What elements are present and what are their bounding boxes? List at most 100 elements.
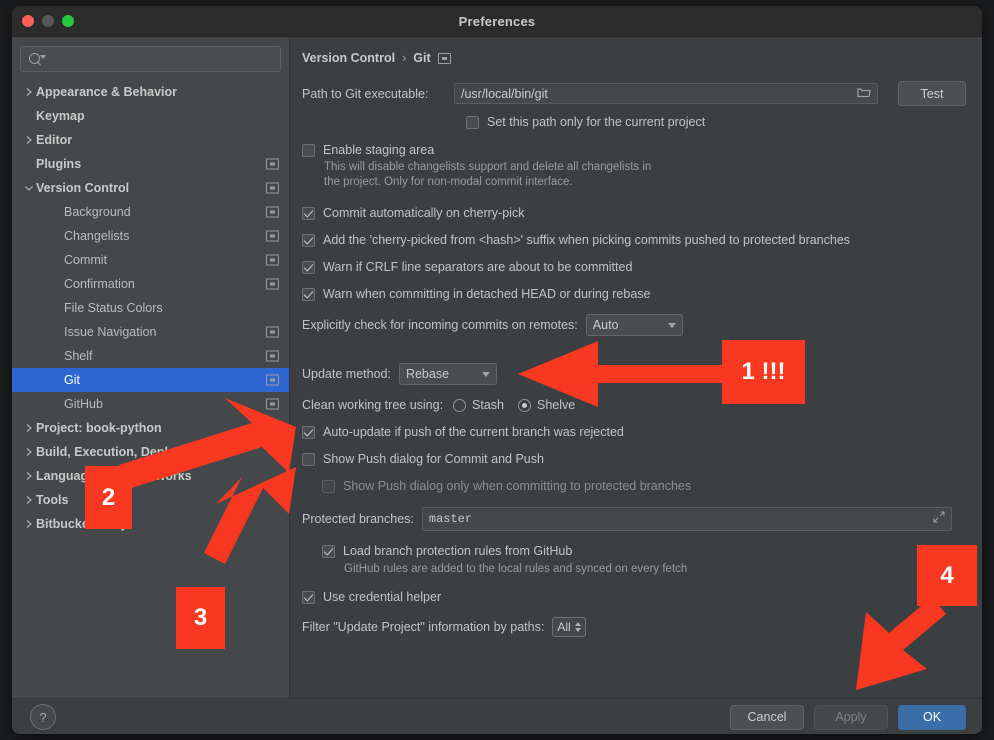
sidebar-item-label: Commit <box>64 253 107 267</box>
git-path-input[interactable]: /usr/local/bin/git <box>454 83 878 104</box>
project-scope-icon <box>266 423 279 434</box>
sidebar-item-label: Shelf <box>64 349 93 363</box>
show-push-dialog-checkbox[interactable] <box>302 453 315 466</box>
git-option-checkbox[interactable] <box>302 288 315 301</box>
enable-staging-checkbox[interactable] <box>302 144 315 157</box>
load-branch-rules-row: Load branch protection rules from GitHub <box>322 544 966 558</box>
filter-update-project-label: Filter "Update Project" information by p… <box>302 620 544 634</box>
clean-working-tree-row: Clean working tree using: Stash Shelve <box>302 398 966 412</box>
stash-label: Stash <box>472 398 504 412</box>
search-icon <box>29 53 42 66</box>
sidebar-item-tools[interactable]: Tools <box>12 488 289 512</box>
filter-update-project-stepper[interactable]: All <box>552 617 585 637</box>
sidebar-item-plugins[interactable]: Plugins <box>12 152 289 176</box>
sidebar-item-languages-frameworks[interactable]: Languages & Frameworks <box>12 464 289 488</box>
protected-branches-input[interactable]: master <box>422 507 952 531</box>
sidebar-item-label: Project: book-python <box>36 421 162 435</box>
sidebar-item-shelf[interactable]: Shelf <box>12 344 289 368</box>
git-option-label: Warn if CRLF line separators are about t… <box>323 260 632 274</box>
search-input[interactable] <box>20 46 281 72</box>
sidebar-item-git[interactable]: Git <box>12 368 289 392</box>
sidebar-item-issue-navigation[interactable]: Issue Navigation <box>12 320 289 344</box>
cancel-button[interactable]: Cancel <box>730 705 804 730</box>
sidebar-item-background[interactable]: Background <box>12 200 289 224</box>
git-option-label: Commit automatically on cherry-pick <box>323 206 524 220</box>
enable-staging-row: Enable staging area <box>302 143 966 157</box>
git-path-label: Path to Git executable: <box>302 87 454 101</box>
sidebar-item-label: Editor <box>36 133 72 147</box>
shelve-radio[interactable] <box>518 399 531 412</box>
window-title: Preferences <box>12 14 982 29</box>
clean-working-tree-stash-option[interactable]: Stash <box>453 398 504 412</box>
git-option-row: Warn when committing in detached HEAD or… <box>302 287 966 301</box>
chevron-right-icon <box>22 87 36 97</box>
git-option-checkbox[interactable] <box>302 207 315 220</box>
sidebar-item-changelists[interactable]: Changelists <box>12 224 289 248</box>
settings-sidebar: Appearance & BehaviorKeymap Editor Plugins… <box>12 37 290 698</box>
sidebar-item-label: Build, Execution, Deployment <box>36 445 212 459</box>
enable-staging-hint-line2: the project. Only for non-modal commit i… <box>324 175 966 190</box>
credential-helper-row: Use credential helper <box>302 590 966 604</box>
chevron-right-icon <box>22 495 36 505</box>
settings-tree: Appearance & BehaviorKeymap Editor Plugins… <box>12 78 289 536</box>
update-method-row: Update method: Rebase <box>302 363 966 385</box>
update-method-value: Rebase <box>406 367 449 381</box>
apply-button[interactable]: Apply <box>814 705 888 730</box>
load-branch-rules-checkbox[interactable] <box>322 545 335 558</box>
title-bar: Preferences <box>12 6 982 37</box>
enable-staging-label: Enable staging area <box>323 143 434 157</box>
git-option-checkbox[interactable] <box>302 234 315 247</box>
breadcrumb-root[interactable]: Version Control <box>302 51 395 65</box>
project-scope-icon <box>266 231 279 242</box>
ok-button[interactable]: OK <box>898 705 966 730</box>
project-scope-icon <box>266 375 279 386</box>
clean-working-tree-shelve-option[interactable]: Shelve <box>518 398 575 412</box>
sidebar-item-project-book-python[interactable]: Project: book-python <box>12 416 289 440</box>
protected-branches-value: master <box>429 512 472 526</box>
sidebar-item-appearance-behavior[interactable]: Appearance & Behavior <box>12 80 289 104</box>
sidebar-item-label: GitHub <box>64 397 103 411</box>
breadcrumb-current: Git <box>413 51 430 65</box>
git-option-checkbox[interactable] <box>302 261 315 274</box>
git-options-list: Commit automatically on cherry-pick Add t… <box>302 206 966 301</box>
git-option-label: Add the 'cherry-picked from <hash>' suff… <box>323 233 850 247</box>
auto-update-row: Auto-update if push of the current branc… <box>302 425 966 439</box>
stash-radio[interactable] <box>453 399 466 412</box>
settings-panel: Version Control › Git Path to Git execut… <box>290 37 982 698</box>
sidebar-item-file-status-colors[interactable]: File Status Colors <box>12 296 289 320</box>
sidebar-item-label: Issue Navigation <box>64 325 156 339</box>
preferences-window: Preferences Appearance & BehaviorKeymap E… <box>12 6 982 734</box>
sidebar-item-keymap[interactable]: Keymap <box>12 104 289 128</box>
credential-helper-checkbox[interactable] <box>302 591 315 604</box>
chevron-right-icon <box>22 135 36 145</box>
sidebar-item-label: Plugins <box>36 157 81 171</box>
sidebar-item-label: Version Control <box>36 181 129 195</box>
sidebar-item-version-control[interactable]: Version Control <box>12 176 289 200</box>
stepper-arrows-icon[interactable] <box>575 622 581 632</box>
sidebar-item-commit[interactable]: Commit <box>12 248 289 272</box>
sidebar-item-github[interactable]: GitHub <box>12 392 289 416</box>
help-button[interactable]: ? <box>30 704 56 730</box>
sidebar-item-label: Tools <box>36 493 68 507</box>
sidebar-item-bitbucket-unity[interactable]: Bitbucket Unity <box>12 512 289 536</box>
credential-helper-label: Use credential helper <box>323 590 441 604</box>
expand-icon[interactable] <box>933 511 945 527</box>
incoming-commits-select[interactable]: Auto <box>586 314 683 336</box>
auto-update-checkbox[interactable] <box>302 426 315 439</box>
project-scope-icon <box>438 53 451 64</box>
sidebar-item-confirmation[interactable]: Confirmation <box>12 272 289 296</box>
update-method-select[interactable]: Rebase <box>399 363 497 385</box>
test-button[interactable]: Test <box>898 81 966 106</box>
chevron-right-icon <box>22 423 36 433</box>
sidebar-item-build-execution-deployment[interactable]: Build, Execution, Deployment <box>12 440 289 464</box>
set-path-current-project-checkbox[interactable] <box>466 116 479 129</box>
clean-working-tree-label: Clean working tree using: <box>302 398 443 412</box>
sidebar-item-editor[interactable]: Editor <box>12 128 289 152</box>
filter-update-project-value: All <box>557 620 570 634</box>
project-scope-icon <box>266 327 279 338</box>
sidebar-item-label: File Status Colors <box>64 301 163 315</box>
folder-icon[interactable] <box>857 87 871 101</box>
filter-update-project-row: Filter "Update Project" information by p… <box>302 617 966 637</box>
chevron-right-icon <box>22 471 36 481</box>
show-push-dialog-protected-checkbox <box>322 480 335 493</box>
